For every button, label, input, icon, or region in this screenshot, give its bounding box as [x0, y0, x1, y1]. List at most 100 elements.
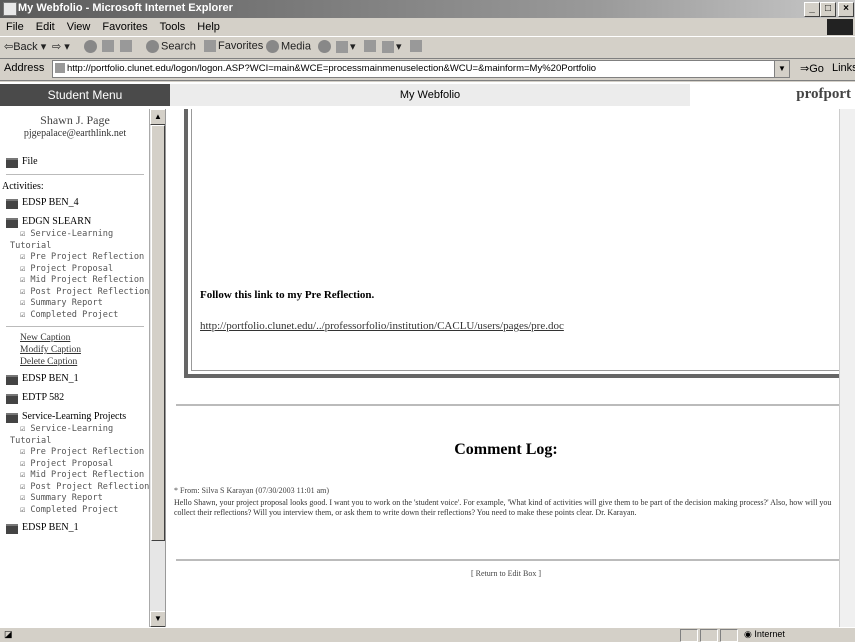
sub-item-label: Post Project Reflection — [30, 481, 150, 492]
address-label: Address — [4, 62, 45, 74]
divider — [176, 559, 844, 561]
address-dropdown-button[interactable]: ▼ — [774, 61, 789, 77]
menu-view[interactable]: View — [67, 21, 91, 33]
sub-item[interactable]: ☑ Completed Project — [0, 310, 150, 322]
main-scrollbar[interactable] — [839, 109, 855, 627]
sub-item-label: Post Project Reflection — [30, 286, 150, 297]
activities-heading: Activities: — [2, 181, 44, 192]
discuss-icon — [410, 40, 422, 53]
sub-item-label: Mid Project Reflection — [30, 275, 145, 285]
folder-edsp-ben1-label: EDSP BEN_1 — [22, 373, 79, 384]
back-label: Back — [13, 41, 38, 53]
stop-button[interactable] — [84, 40, 99, 53]
folder-edsp-ben1[interactable]: EDSP BEN_1 — [0, 372, 150, 386]
sub-item[interactable]: ☑ Summary Report — [0, 493, 150, 505]
sidebar-scrollbar[interactable]: ▲ ▼ — [149, 109, 165, 627]
menu-tools[interactable]: Tools — [160, 21, 186, 33]
minimize-button[interactable]: _ — [804, 2, 820, 17]
menu-favorites[interactable]: Favorites — [102, 21, 147, 33]
site-title: My Webfolio — [170, 84, 690, 106]
sub-item[interactable]: Tutorial — [0, 241, 150, 253]
print-button[interactable] — [364, 40, 378, 53]
mail-button[interactable]: ▾ — [336, 40, 356, 54]
sub-item[interactable]: ☑ Mid Project Reflection — [0, 470, 150, 482]
sub-item-label: Service-Learning — [30, 424, 114, 434]
folder-edsp-ben4[interactable]: EDSP BEN_4 — [0, 196, 150, 210]
search-icon — [146, 40, 159, 53]
sub-item-label: Pre Project Reflection — [30, 447, 145, 457]
menu-file[interactable]: File — [6, 21, 24, 33]
folder-service-learning-projects[interactable]: Service-Learning Projects — [0, 410, 150, 424]
sidebar-scroll-thumb[interactable] — [151, 125, 165, 541]
page-done-icon: ◪ — [4, 629, 13, 639]
sub-item[interactable]: Tutorial — [0, 436, 150, 448]
favorites-label: Favorites — [218, 40, 264, 52]
sub-item[interactable]: ☑ Project Proposal — [0, 264, 150, 276]
document-frame: Follow this link to my Pre Reflection. h… — [184, 109, 849, 378]
pre-reflection-link[interactable]: http://portfolio.clunet.edu/../professor… — [200, 320, 564, 332]
sub-item-label: Pre Project Reflection — [30, 252, 145, 262]
address-bar: Address http://portfolio.clunet.edu/logo… — [0, 58, 855, 81]
follow-link-text: Follow this link to my Pre Reflection. — [200, 289, 375, 301]
favorites-button[interactable]: Favorites — [204, 40, 264, 53]
folder-edsp-ben1-second[interactable]: EDSP BEN_1 — [0, 521, 150, 535]
search-button[interactable]: Search — [146, 40, 196, 53]
media-button[interactable]: Media — [266, 40, 311, 53]
folder-service-learning-projects-label: Service-Learning Projects — [22, 411, 127, 422]
folder-edgn-slearn[interactable]: EDGN SLEARN — [0, 215, 150, 229]
sub-item[interactable]: ☑ Mid Project Reflection — [0, 275, 150, 287]
sub-item[interactable]: ☑ Completed Project — [0, 505, 150, 517]
sub-item-label: Tutorial — [10, 240, 52, 251]
links-button[interactable]: Links — [832, 62, 855, 74]
student-menu-tab: Student Menu — [0, 84, 170, 106]
file-folder-label: File — [22, 156, 38, 167]
sub-item[interactable]: ☑ Post Project Reflection — [0, 482, 150, 494]
address-input[interactable]: http://portfolio.clunet.edu/logon/logon.… — [52, 60, 790, 78]
home-icon — [120, 40, 132, 53]
menu-edit[interactable]: Edit — [36, 21, 55, 33]
modify-caption-link[interactable]: Modify Caption — [0, 344, 150, 356]
back-button[interactable]: ⇦Back ▾ — [4, 40, 46, 53]
sub-item[interactable]: ☑ Pre Project Reflection — [0, 252, 150, 264]
stop-icon — [84, 40, 97, 53]
go-button[interactable]: ⇒Go — [800, 62, 824, 75]
document-frame-inner: Follow this link to my Pre Reflection. h… — [191, 109, 843, 371]
sub-item[interactable]: ☑ Post Project Reflection — [0, 287, 150, 299]
sub-item[interactable]: ☑ Service-Learning — [0, 424, 150, 436]
return-to-edit-box-link[interactable]: [ Return to Edit Box ] — [166, 569, 846, 578]
edit-button[interactable]: ▾ — [382, 40, 402, 54]
sub-item-label: Mid Project Reflection — [30, 470, 145, 480]
back-arrow-icon: ⇦ — [4, 41, 14, 53]
refresh-icon — [102, 40, 114, 53]
folder-edsp-ben4-label: EDSP BEN_4 — [22, 197, 79, 208]
refresh-button[interactable] — [102, 40, 116, 53]
delete-caption-link[interactable]: Delete Caption — [0, 356, 150, 368]
history-icon — [318, 40, 331, 53]
status-pane — [680, 629, 698, 642]
sub-item[interactable]: ☑ Pre Project Reflection — [0, 447, 150, 459]
student-menu-sidebar: Shawn J. Page pjgepalace@earthlink.net F… — [0, 109, 166, 627]
globe-icon: ◉ — [744, 629, 752, 639]
history-button[interactable] — [318, 40, 333, 53]
media-label: Media — [281, 40, 311, 53]
menu-bar: File Edit View Favorites Tools Help — [0, 18, 855, 36]
go-arrow-icon: ⇒ — [800, 63, 810, 75]
menu-help[interactable]: Help — [197, 21, 220, 33]
sub-item[interactable]: ☑ Service-Learning — [0, 229, 150, 241]
scroll-down-arrow-icon[interactable]: ▼ — [150, 611, 165, 627]
student-email: pjgepalace@earthlink.net — [23, 128, 127, 139]
maximize-button[interactable]: □ — [820, 2, 836, 17]
folder-edtp-582[interactable]: EDTP 582 — [0, 391, 150, 405]
discuss-button[interactable] — [410, 40, 424, 53]
sub-item[interactable]: ☑ Project Proposal — [0, 459, 150, 471]
scroll-up-arrow-icon[interactable]: ▲ — [150, 109, 165, 125]
new-caption-link[interactable]: New Caption — [0, 332, 150, 344]
close-button[interactable]: × — [838, 2, 854, 17]
file-folder[interactable]: File — [0, 155, 150, 169]
go-label: Go — [809, 63, 824, 75]
forward-button[interactable]: ⇨ ▾ — [52, 40, 70, 53]
page-viewport: Student Menu My Webfolio profport Shawn … — [0, 82, 855, 627]
sub-item[interactable]: ☑ Summary Report — [0, 298, 150, 310]
home-button[interactable] — [120, 40, 134, 53]
folder-edsp-ben1-second-label: EDSP BEN_1 — [22, 522, 79, 533]
